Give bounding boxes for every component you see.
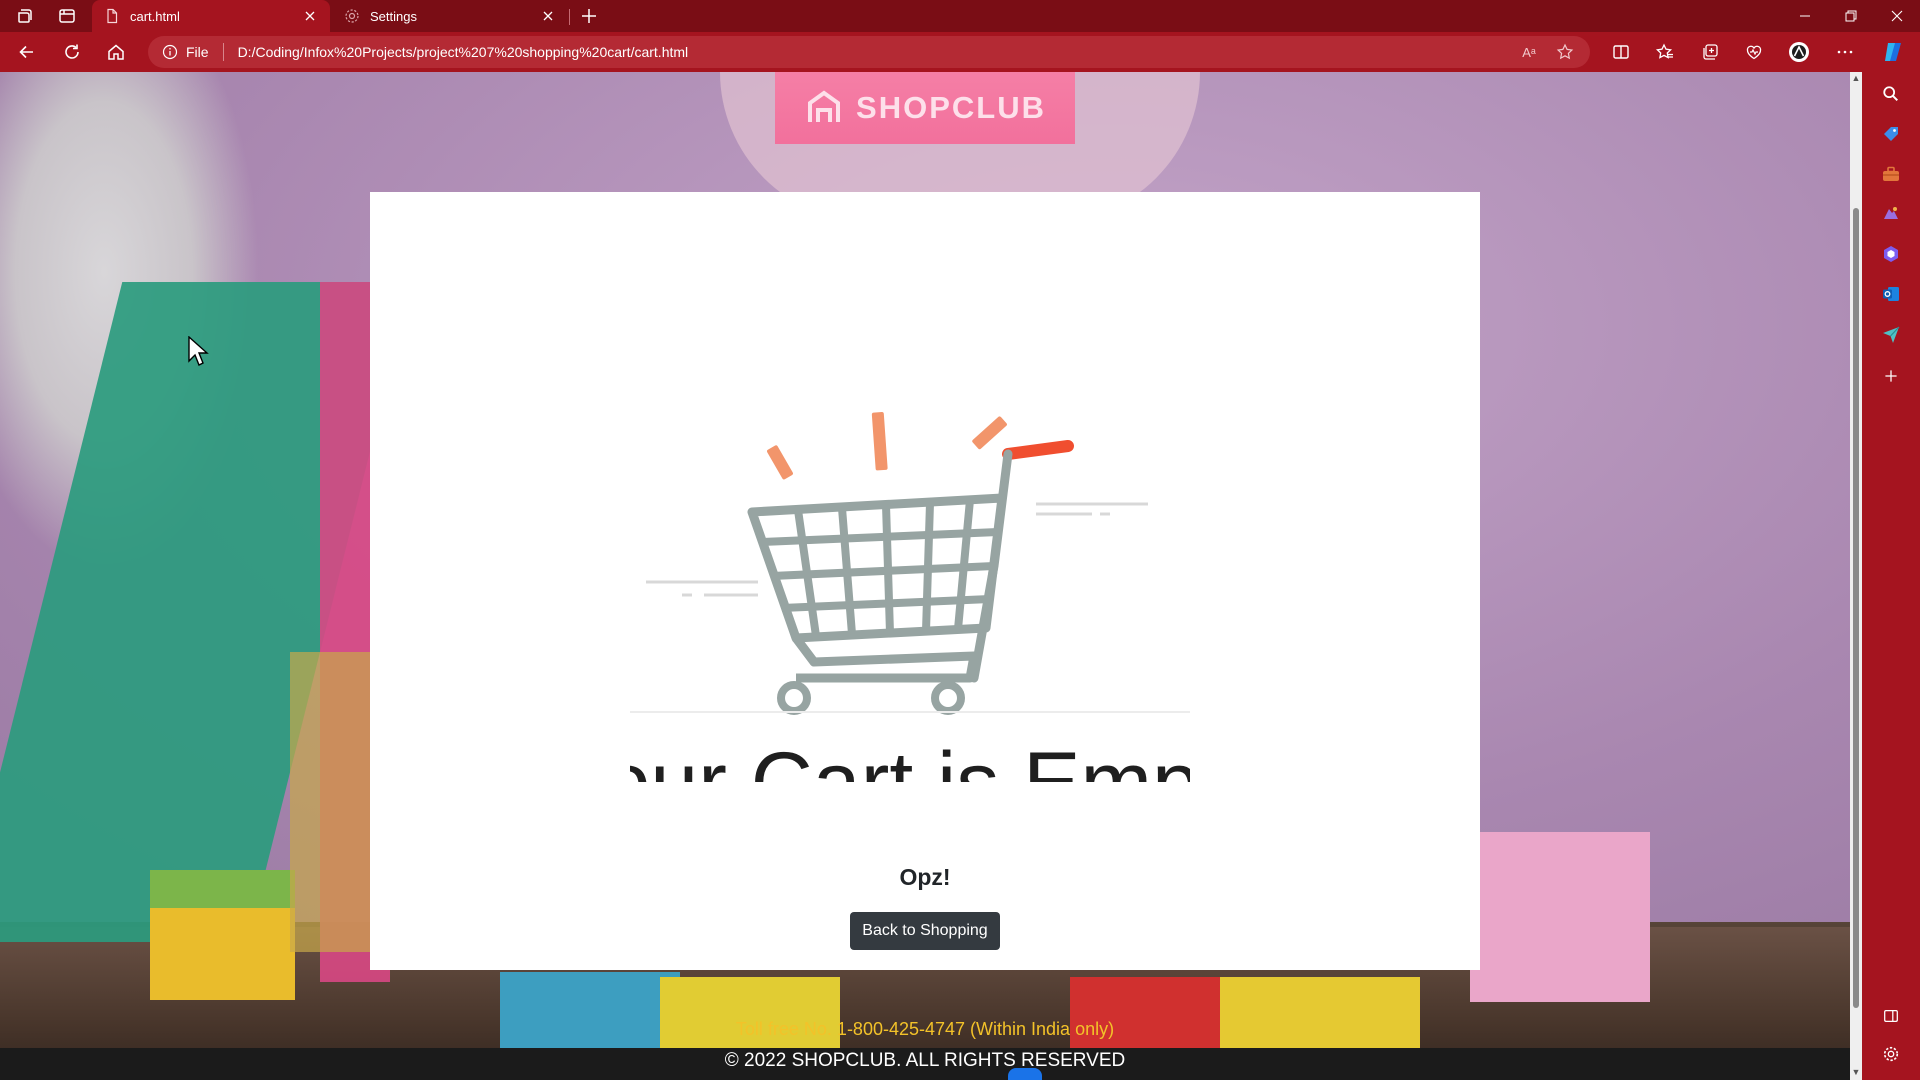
workspaces-icon[interactable]	[15, 6, 37, 26]
copyright-text: © 2022 SHOPCLUB. ALL RIGHTS RESERVED	[724, 1050, 1126, 1071]
read-aloud-icon[interactable]: Aᵃ	[1516, 36, 1542, 68]
tab-divider	[569, 9, 570, 25]
refresh-icon[interactable]	[59, 40, 85, 64]
empty-cart-subheading: Opz!	[899, 864, 951, 890]
info-icon[interactable]	[162, 44, 178, 60]
copilot-icon[interactable]	[1880, 40, 1906, 64]
toll-free-text: Toll free No. 1-800-425-4747 (Within Ind…	[735, 1019, 1115, 1039]
favorite-star-icon[interactable]	[1552, 36, 1578, 68]
tab-title: cart.html	[130, 8, 180, 24]
empty-cart-illustration: Your Cart is Empty	[630, 412, 1190, 782]
tools-icon[interactable]	[1879, 162, 1903, 186]
empty-cart-heading: Your Cart is Empty	[630, 735, 1190, 782]
logo-mark-icon	[808, 90, 841, 122]
cursor-icon	[188, 336, 209, 366]
site-logo[interactable]: SHOPCLUB	[775, 72, 1075, 144]
background-pink-box	[1470, 832, 1650, 1002]
scroll-up-icon[interactable]: ▲	[1850, 72, 1862, 84]
scroll-to-top-button[interactable]	[1008, 1068, 1042, 1080]
background-green-box-top	[150, 870, 295, 908]
tab-title: Settings	[370, 8, 417, 24]
tab-strip: cart.html Settings	[0, 0, 1920, 32]
split-screen-icon[interactable]	[1608, 40, 1634, 64]
url-text[interactable]: D:/Coding/Infox%20Projects/project%207%2…	[238, 44, 689, 60]
tab-settings[interactable]: Settings	[332, 0, 568, 32]
back-to-shopping-button[interactable]: Back to Shopping	[850, 912, 1000, 950]
close-window-button[interactable]	[1874, 0, 1920, 32]
office-icon[interactable]	[1879, 242, 1903, 266]
close-icon[interactable]	[302, 8, 318, 24]
extensions-icon[interactable]	[1741, 40, 1767, 64]
background-box	[290, 652, 370, 952]
settings-icon	[344, 8, 360, 24]
back-icon[interactable]	[14, 40, 40, 64]
collections-icon[interactable]	[1697, 40, 1723, 64]
gear-icon[interactable]	[1879, 1042, 1903, 1066]
send-icon[interactable]	[1879, 322, 1903, 346]
edge-sidebar	[1862, 72, 1920, 1080]
protocol-label: File	[186, 44, 209, 60]
home-icon[interactable]	[103, 40, 129, 64]
add-icon[interactable]	[1879, 364, 1903, 388]
site-footer: © 2022 SHOPCLUB. ALL RIGHTS RESERVED	[0, 1048, 1850, 1080]
restore-button[interactable]	[1828, 0, 1874, 32]
minimize-button[interactable]	[1782, 0, 1828, 32]
sidebar-toggle-icon[interactable]	[1879, 1004, 1903, 1028]
site-brand: SHOPCLUB	[856, 90, 1046, 125]
profile-icon[interactable]	[1786, 40, 1812, 64]
search-icon[interactable]	[1879, 82, 1903, 106]
scroll-down-icon[interactable]: ▼	[1850, 1066, 1862, 1078]
tab-actions-icon[interactable]	[57, 6, 79, 26]
shopping-cart-icon	[630, 412, 1190, 715]
more-icon[interactable]	[1832, 40, 1858, 64]
address-bar: File D:/Coding/Infox%20Projects/project%…	[0, 32, 1920, 72]
close-icon[interactable]	[540, 8, 556, 24]
page-icon	[104, 8, 120, 24]
outlook-icon[interactable]	[1879, 282, 1903, 306]
plus-icon[interactable]	[578, 5, 600, 27]
empty-cart-card: Your Cart is Empty Opz! Back to Shopping	[370, 192, 1480, 970]
tab-cart[interactable]: cart.html	[92, 0, 330, 32]
scrollbar-thumb[interactable]	[1853, 208, 1859, 1008]
omnibox[interactable]: File D:/Coding/Infox%20Projects/project%…	[148, 36, 1590, 68]
games-icon[interactable]	[1879, 202, 1903, 226]
shopping-tag-icon[interactable]	[1879, 122, 1903, 146]
omnibox-divider	[222, 43, 224, 61]
favorites-icon[interactable]	[1652, 40, 1678, 64]
read-aloud-label: Aᵃ	[1522, 44, 1536, 60]
